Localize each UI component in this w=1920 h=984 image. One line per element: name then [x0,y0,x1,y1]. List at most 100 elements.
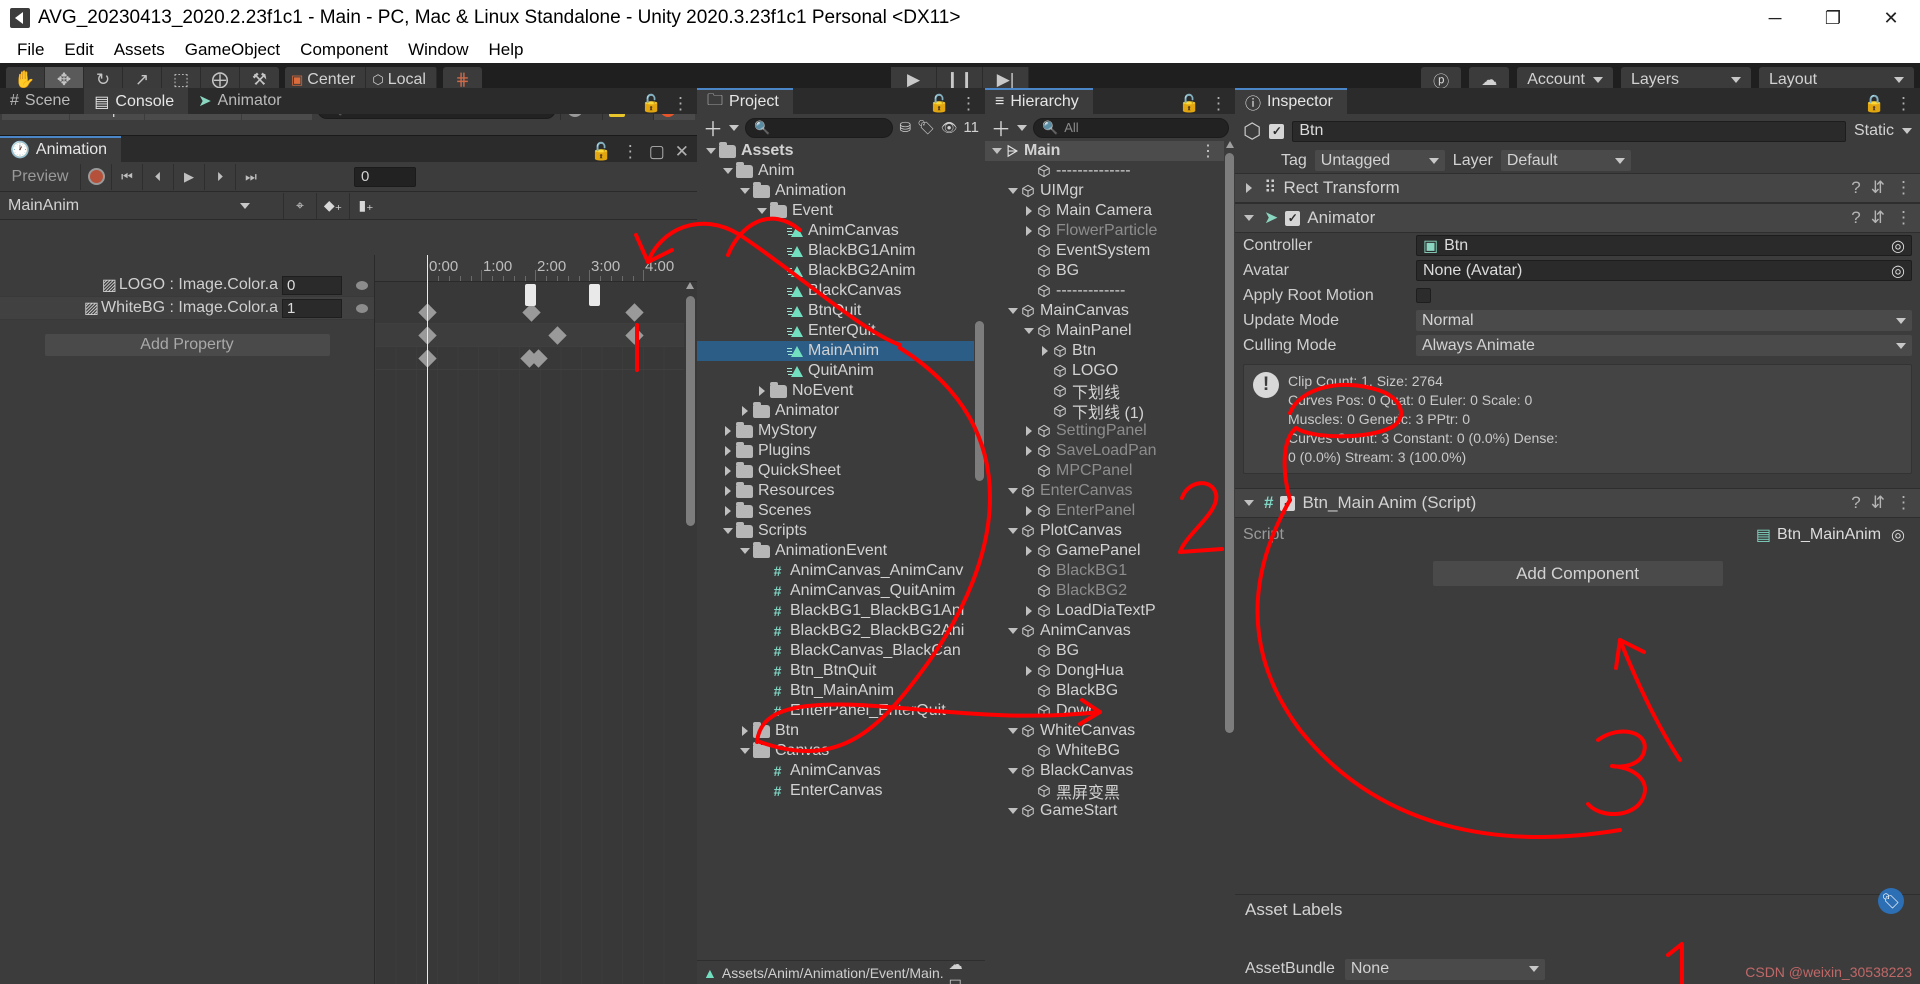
panel-menu-icon[interactable]: ⋮ [960,94,977,114]
hierarchy-item[interactable]: GameStart [985,801,1224,821]
project-tree-item[interactable]: Btn [697,721,974,741]
project-tree-item[interactable]: AnimCanvas [697,221,974,241]
project-tree-item[interactable]: BlackBG2Anim [697,261,974,281]
hierarchy-item[interactable]: FlowerParticle [985,221,1224,241]
playhead-grip[interactable] [589,284,600,306]
assetbundle-dropdown[interactable]: None [1344,958,1545,980]
play-animation-button[interactable]: ▶ [173,163,204,190]
maximize-button[interactable]: ❐ [1804,0,1862,36]
project-scroll-thumb[interactable] [975,321,984,481]
project-tree-item[interactable]: EnterQuit [697,321,974,341]
close-button[interactable]: ✕ [1862,0,1920,36]
project-tree-item[interactable]: AnimationEvent [697,541,974,561]
project-tree-item[interactable]: NoEvent [697,381,974,401]
keyframe[interactable] [625,303,644,322]
project-tree-item[interactable]: BlackCanvas [697,281,974,301]
chevron-right-icon[interactable] [1039,345,1051,357]
project-tree-item[interactable]: # BlackBG2_BlackBG2Ani [697,621,974,641]
menu-assets[interactable]: Assets [105,38,174,62]
chevron-down-icon[interactable] [991,145,1003,157]
create-asset-button[interactable]: ＋ [703,113,723,142]
component-menu-icon[interactable]: ⋮ [1895,493,1912,513]
chevron-down-icon[interactable] [1017,124,1027,131]
cloud-small-icon[interactable]: ☁ [949,956,963,972]
hierarchy-item[interactable]: 下划线 (1) [985,401,1224,422]
chevron-down-icon[interactable] [705,145,717,157]
project-tree-item[interactable]: MainAnim [697,341,974,361]
menu-file[interactable]: File [8,38,53,62]
chevron-right-icon[interactable] [1023,665,1035,677]
hierarchy-item[interactable]: EventSystem [985,241,1224,261]
animator-enabled-checkbox[interactable]: ✓ [1285,210,1301,226]
keyframe[interactable] [522,303,541,322]
chevron-right-icon[interactable] [1243,182,1255,194]
scene-menu-icon[interactable]: ⋮ [1200,141,1224,161]
timeline-scroll-thumb[interactable] [686,296,695,526]
hierarchy-item[interactable]: LOGO [985,361,1224,381]
tag-dropdown[interactable]: Untagged [1314,150,1445,171]
hierarchy-item[interactable]: -------------- [985,161,1224,181]
current-frame-input[interactable]: 0 [354,166,416,187]
project-tree-item[interactable]: # Btn_MainAnim [697,681,974,701]
add-property-button[interactable]: Add Property [44,334,330,356]
tab-animation[interactable]: 🕐 Animation [0,136,122,162]
hierarchy-item[interactable]: UIMgr [985,181,1224,201]
timeline-scrollbar[interactable] [684,282,697,984]
hierarchy-search-input[interactable]: 🔍 All [1033,117,1229,138]
component-header-animator[interactable]: ➤ ✓ Animator ? ⇵ ⋮ [1235,203,1920,233]
project-search-input[interactable]: 🔍 [745,117,894,138]
project-tree-item[interactable]: # Btn_BtnQuit [697,661,974,681]
project-tree-item[interactable]: Plugins [697,441,974,461]
chevron-down-icon[interactable] [1007,305,1019,317]
animation-property-row[interactable]: ▨ LOGO : Image.Color.a 0 [0,274,374,297]
chevron-down-icon[interactable] [1007,625,1019,637]
chevron-right-icon[interactable] [722,465,734,477]
panel-menu-icon[interactable]: ⋮ [622,142,639,162]
project-tree-item[interactable]: Anim [697,161,974,181]
hierarchy-item[interactable]: Main ⋮ [985,141,1224,161]
layer-dropdown[interactable]: Default [1500,150,1631,171]
object-name-input[interactable]: Btn [1292,120,1846,142]
hierarchy-item[interactable]: DongHua [985,661,1224,681]
project-tree-item[interactable]: # EnterPanel_EnterQuit [697,701,974,721]
hierarchy-item[interactable]: EnterPanel [985,501,1224,521]
chevron-down-icon[interactable] [1023,325,1035,337]
hierarchy-item[interactable]: WhiteBG [985,741,1224,761]
property-value[interactable]: 1 [282,298,342,318]
hierarchy-item[interactable]: Main Camera [985,201,1224,221]
animation-clip-dropdown[interactable]: MainAnim [0,193,258,218]
project-scrollbar[interactable] [974,141,985,960]
visibility-icon[interactable]: 👁 [941,120,958,136]
component-header-rect-transform[interactable]: ⠿ Rect Transform ? ⇵ ⋮ [1235,173,1920,203]
maximize-panel-icon[interactable]: ▢ [649,142,665,162]
gameobject-active-checkbox[interactable]: ✓ [1269,123,1285,139]
next-keyframe-button[interactable]: ⏵ [204,163,235,190]
animation-property-row[interactable]: ▨ WhiteBG : Image.Color.a 1 [0,297,374,320]
panel-menu-icon[interactable]: ⋮ [1210,94,1227,114]
lock-icon[interactable]: 🔓 [641,94,662,114]
chevron-down-icon[interactable] [1007,525,1019,537]
dopesheet-row[interactable] [375,324,684,347]
menu-edit[interactable]: Edit [55,38,102,62]
hierarchy-item[interactable]: MainPanel [985,321,1224,341]
chevron-right-icon[interactable] [1023,225,1035,237]
chevron-right-icon[interactable] [739,405,751,417]
chevron-down-icon[interactable] [722,165,734,177]
project-tree-item[interactable]: # EnterCanvas [697,781,974,801]
chevron-down-icon[interactable] [1243,497,1255,509]
project-tree-item[interactable]: # AnimCanvas_AnimCanv [697,561,974,581]
tab-animator[interactable]: ➤ Animator [188,88,296,114]
hierarchy-item[interactable]: Btn [985,341,1224,361]
object-picker-icon[interactable]: ◎ [1891,525,1905,545]
close-panel-icon[interactable]: ✕ [675,142,689,162]
script-enabled-checkbox[interactable]: ✓ [1280,495,1296,511]
hierarchy-item[interactable]: 下划线 [985,381,1224,402]
project-tree-item[interactable]: # BlackBG1_BlackBG1Ani [697,601,974,621]
chevron-down-icon[interactable] [1007,185,1019,197]
hierarchy-item[interactable]: EnterCanvas [985,481,1224,501]
help-icon[interactable]: ? [1851,178,1860,198]
prev-keyframe-button[interactable]: ⏴ [142,163,173,190]
zoom-slider-icon[interactable]: ▭ [949,973,962,984]
project-tree-item[interactable]: MyStory [697,421,974,441]
tab-hierarchy[interactable]: ≡ Hierarchy [985,88,1093,114]
